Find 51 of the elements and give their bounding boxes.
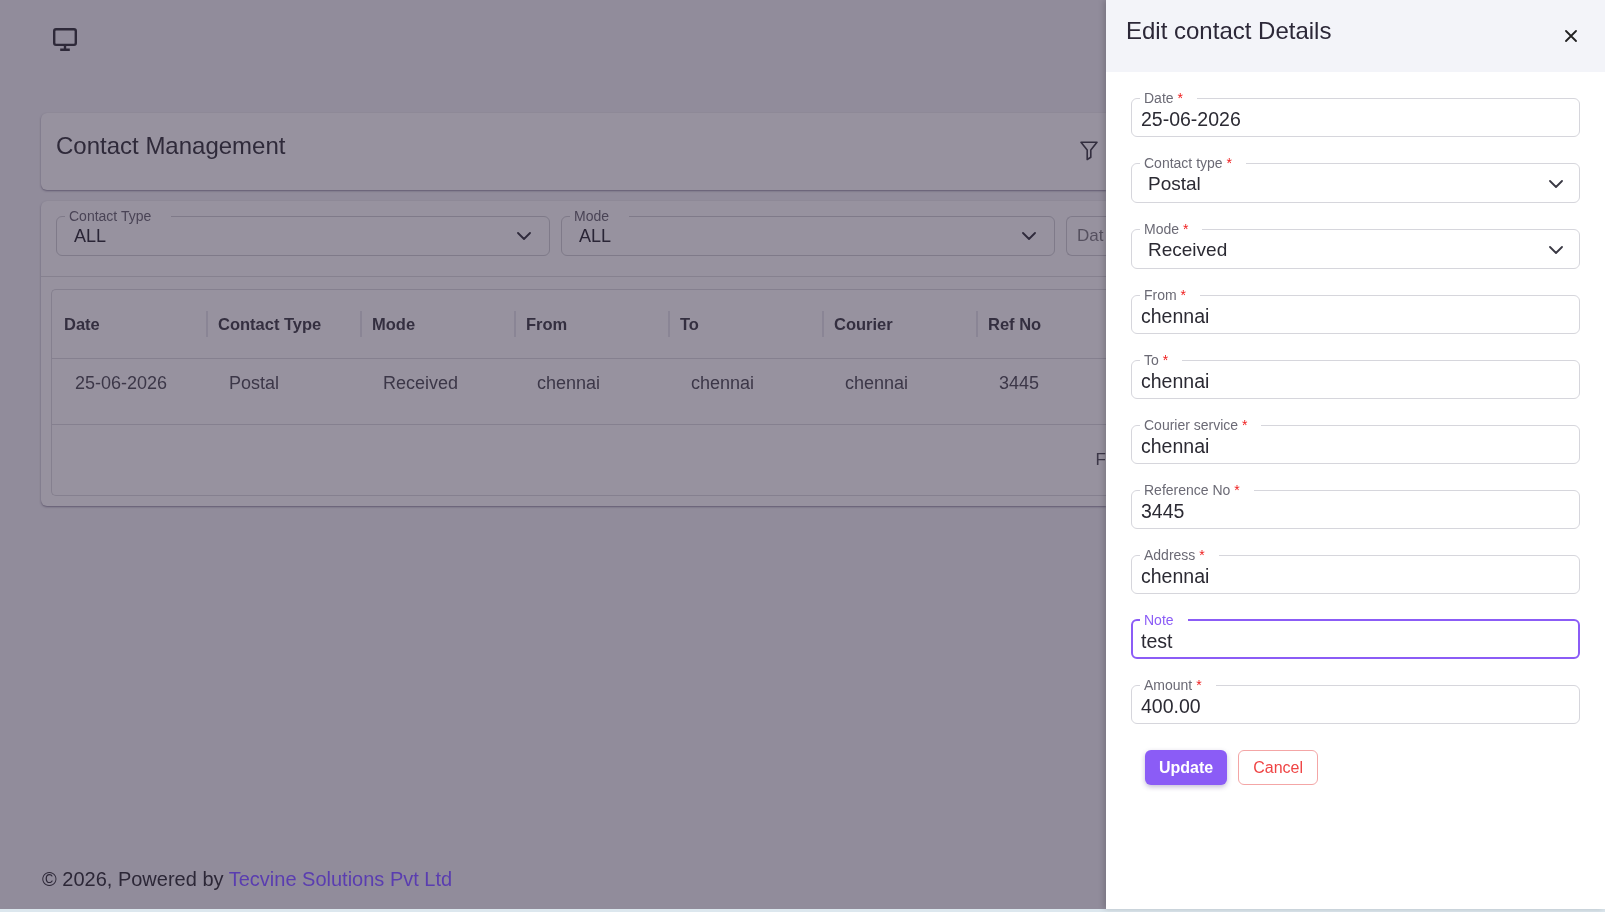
column-header: From bbox=[514, 311, 668, 337]
text-field[interactable]: Amount * 400.00 bbox=[1131, 678, 1580, 724]
text-field[interactable]: To * chennai bbox=[1131, 353, 1580, 399]
monitor-icon[interactable] bbox=[53, 28, 77, 51]
field-label: Note bbox=[1143, 613, 1175, 627]
chevron-down-icon bbox=[1022, 232, 1036, 240]
field-label: Address * bbox=[1143, 548, 1206, 562]
table-cell-text: Received bbox=[382, 372, 460, 395]
cancel-button[interactable]: Cancel bbox=[1238, 750, 1319, 785]
page-title: Contact Management bbox=[56, 132, 286, 160]
drawer-title: Edit contact Details bbox=[1126, 16, 1332, 46]
update-button[interactable]: Update bbox=[1145, 750, 1228, 785]
text-field[interactable]: Address * chennai bbox=[1131, 548, 1580, 594]
table-cell-text: chennai bbox=[844, 372, 910, 395]
field-label: To * bbox=[1143, 353, 1170, 367]
field-label: Amount * bbox=[1143, 678, 1203, 692]
dropdown-field[interactable]: Mode * Received bbox=[1131, 222, 1580, 269]
dropdown-field[interactable]: Mode ALL bbox=[561, 208, 1055, 256]
field-label: Date * bbox=[1143, 91, 1184, 105]
field-label: Mode * bbox=[1143, 222, 1190, 236]
field-label: Mode bbox=[573, 208, 611, 224]
table-cell-text: chennai bbox=[690, 372, 756, 395]
text-field[interactable]: Courier service * chennai bbox=[1131, 418, 1580, 464]
column-header: Mode bbox=[360, 311, 514, 337]
text-field[interactable]: Date * 25-06-2026 bbox=[1131, 91, 1580, 137]
dropdown-field[interactable]: Contact type * Postal bbox=[1131, 156, 1580, 203]
field-label: Reference No * bbox=[1143, 483, 1241, 497]
chevron-down-icon bbox=[1549, 246, 1563, 254]
dropdown-field[interactable]: Contact Type ALL bbox=[56, 208, 550, 256]
column-header: Date bbox=[63, 314, 101, 335]
text-field[interactable]: Reference No * 3445 bbox=[1131, 483, 1580, 529]
text-field[interactable]: From * chennai bbox=[1131, 288, 1580, 334]
chevron-down-icon bbox=[517, 232, 531, 240]
pagination-text: F bbox=[1095, 450, 1106, 470]
close-icon[interactable] bbox=[1565, 30, 1577, 42]
column-header: Contact Type bbox=[206, 311, 360, 337]
field-label: From * bbox=[1143, 288, 1187, 302]
table-cell-text: chennai bbox=[536, 372, 602, 395]
table-cell-text: Postal bbox=[228, 372, 281, 395]
footer-text: © 2026, Powered by Tecvine Solutions Pvt Ltd bbox=[42, 867, 453, 891]
filter-icon[interactable] bbox=[1080, 141, 1098, 161]
text-field[interactable]: Note test bbox=[1131, 613, 1580, 659]
column-header: To bbox=[668, 311, 822, 337]
table-cell-text: 3445 bbox=[998, 372, 1041, 395]
field-label: Contact type * bbox=[1143, 156, 1233, 170]
text-field[interactable]: Dat bbox=[1066, 216, 1106, 256]
chevron-down-icon bbox=[1549, 180, 1563, 188]
field-label: Courier service * bbox=[1143, 418, 1249, 432]
table-cell-text: 25-06-2026 bbox=[74, 372, 169, 395]
column-header: Courier bbox=[822, 311, 976, 337]
field-label: Contact Type bbox=[68, 208, 153, 224]
